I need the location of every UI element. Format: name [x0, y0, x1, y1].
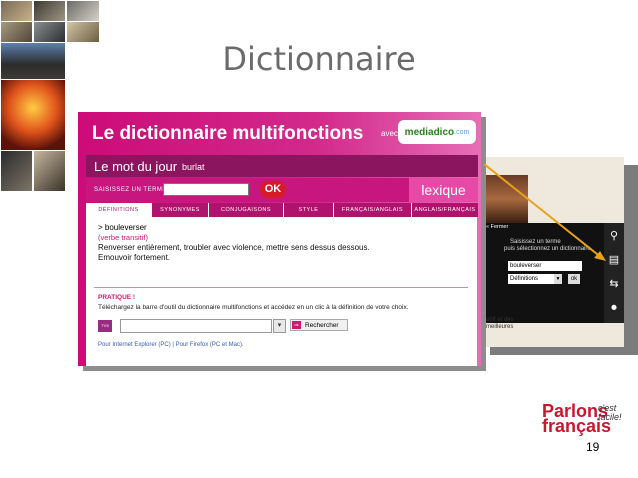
pratique-text: Téléchargez la barre d'outil du dictionn… [98, 304, 409, 311]
toolbar-search-field[interactable] [120, 319, 272, 333]
tab-conjugaisons[interactable]: CONJUGAISONS [209, 203, 284, 217]
definition-word: > bouleverser [98, 223, 147, 232]
word-of-day-link[interactable]: burlat [182, 162, 205, 172]
word-of-day-bar: Le mot du jour burlat [86, 155, 478, 177]
arrows-icon[interactable]: ⇆ [607, 277, 621, 291]
search-icon[interactable]: ⚲ [607, 229, 621, 243]
collage-photo [33, 0, 66, 22]
word-of-day-label: Le mot du jour [94, 159, 178, 174]
dictionary-tabs: DÉFINITIONS SYNONYMES CONJUGAISONS STYLE… [86, 203, 478, 217]
lexique-tab[interactable]: lexique [409, 178, 478, 202]
dictionary-header: Le dictionnaire multifonctions avec medi… [78, 112, 481, 154]
side-footer-text: meilleures [486, 324, 514, 330]
app-title: Le dictionnaire multifonctions [92, 123, 364, 144]
toolbar-preview: TV5 ▾ Rechercher ok [98, 318, 348, 334]
slide-title: Dictionnaire [222, 40, 416, 78]
search-icon: ok [292, 321, 301, 329]
definition-line: Renverser entièrement, troubler avec vio… [98, 243, 370, 252]
side-instruction-1: Saisissez un terme [510, 239, 561, 245]
collage-photo [0, 79, 66, 151]
logo-tag-2: facile! [598, 412, 622, 422]
side-icon-bar: ⚲ ▤ ⇆ ⏺ [604, 223, 624, 323]
partner-name: mediadico [404, 126, 455, 138]
book-icon[interactable]: ▤ [607, 253, 621, 267]
definition-line: Emouvoir fortement. [98, 253, 171, 262]
collage-photo [66, 0, 100, 22]
side-search-box [486, 223, 604, 323]
chevron-down-icon[interactable]: ▼ [554, 274, 562, 284]
collage-photo [0, 150, 33, 192]
pratique-heading: PRATIQUE ! [98, 294, 136, 301]
tab-style[interactable]: STYLE [284, 203, 334, 217]
side-instruction-2: puis sélectionnez un dictionnaire. [504, 246, 593, 252]
dictionary-window: Le dictionnaire multifonctions avec medi… [78, 112, 481, 366]
tab-francais-anglais[interactable]: FRANÇAIS/ANGLAIS [334, 203, 412, 217]
browser-links[interactable]: Pour Internet Explorer (PC) | Pour Firef… [98, 342, 244, 348]
definition-type: (verbe transitif) [98, 233, 149, 242]
search-input[interactable] [163, 183, 249, 196]
chevron-down-icon[interactable]: ▾ [273, 319, 286, 333]
side-footer-text: unit et des [486, 317, 514, 323]
close-link[interactable]: « Fermer [486, 224, 508, 230]
divider [94, 287, 468, 288]
side-photo [486, 175, 528, 223]
collage-photo [0, 0, 33, 22]
tv5-logo: TV5 [98, 320, 112, 332]
side-ok-button[interactable]: ok [568, 274, 580, 284]
collage-photo [33, 150, 66, 192]
tab-definitions[interactable]: DÉFINITIONS [86, 203, 152, 217]
search-row: SAISISSEZ UN TERME OK lexique [86, 178, 478, 202]
definition-content: > bouleverser (verbe transitif) Renverse… [86, 217, 477, 366]
page-number: 19 [586, 440, 600, 454]
logo-tagline: c'est facile! [598, 404, 622, 422]
tab-synonymes[interactable]: SYNONYMES [152, 203, 209, 217]
microphone-icon[interactable]: ⏺ [607, 301, 621, 315]
side-search-input[interactable]: bouleverser [508, 261, 582, 271]
partner-prefix: avec [381, 129, 398, 138]
mediadico-logo[interactable]: mediadico .com [398, 120, 476, 144]
side-panel: « Fermer Saisissez un terme puis sélecti… [486, 157, 624, 347]
partner-suffix: .com [454, 128, 470, 136]
ok-button[interactable]: OK [260, 181, 286, 198]
search-label: SAISISSEZ UN TERME [94, 187, 167, 193]
tab-anglais-francais[interactable]: ANGLAIS/FRANÇAIS [412, 203, 478, 217]
